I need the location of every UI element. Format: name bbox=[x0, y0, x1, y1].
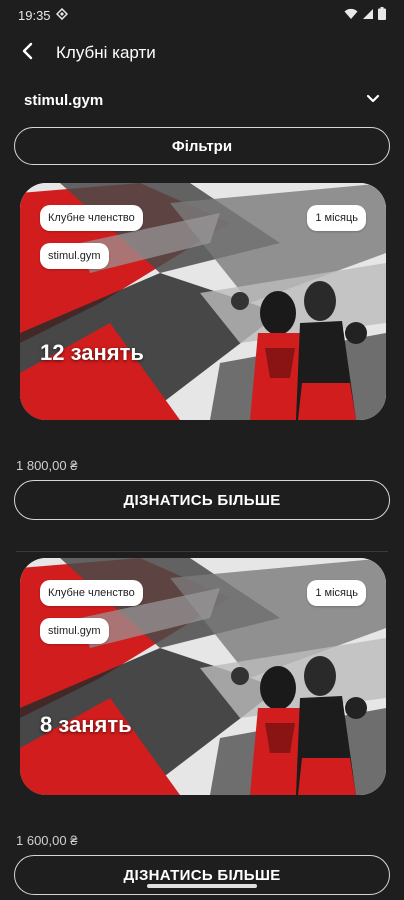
gesture-nav-handle[interactable] bbox=[147, 884, 257, 888]
sessions-count: 12 занять bbox=[40, 340, 144, 365]
filters-button[interactable]: Фільтри bbox=[14, 127, 390, 165]
divider bbox=[16, 551, 388, 552]
club-selector[interactable]: stimul.gym bbox=[24, 86, 380, 114]
app-notification-icon bbox=[55, 7, 68, 23]
app-bar: Клубні карти bbox=[0, 30, 404, 76]
membership-type-badge: Клубне членство bbox=[40, 580, 143, 606]
wifi-icon bbox=[344, 8, 358, 23]
club-badge: stimul.gym bbox=[40, 243, 109, 269]
membership-card[interactable]: Клубне членство stimul.gym 1 місяць 12 з… bbox=[20, 183, 386, 420]
battery-icon bbox=[378, 7, 386, 23]
duration-badge: 1 місяць bbox=[307, 580, 366, 606]
sessions-count: 8 занять bbox=[40, 712, 132, 737]
card-price: 1 600,00 ₴ bbox=[16, 833, 78, 848]
learn-more-button[interactable]: ДІЗНАТИСЬ БІЛЬШЕ bbox=[14, 480, 390, 520]
membership-type-badge: Клубне членство bbox=[40, 205, 143, 231]
page-title: Клубні карти bbox=[56, 43, 156, 62]
back-arrow-icon bbox=[19, 42, 37, 65]
card-price: 1 800,00 ₴ bbox=[16, 458, 78, 473]
club-badge: stimul.gym bbox=[40, 618, 109, 644]
status-bar: 19:35 bbox=[0, 0, 404, 30]
duration-badge: 1 місяць bbox=[307, 205, 366, 231]
back-button[interactable] bbox=[8, 33, 48, 73]
membership-card[interactable]: Клубне членство stimul.gym 1 місяць 8 за… bbox=[20, 558, 386, 795]
signal-icon bbox=[362, 8, 374, 23]
status-time: 19:35 bbox=[18, 7, 51, 23]
club-selector-value: stimul.gym bbox=[24, 91, 104, 109]
chevron-down-icon bbox=[366, 91, 380, 109]
learn-more-button[interactable]: ДІЗНАТИСЬ БІЛЬШЕ bbox=[14, 855, 390, 895]
